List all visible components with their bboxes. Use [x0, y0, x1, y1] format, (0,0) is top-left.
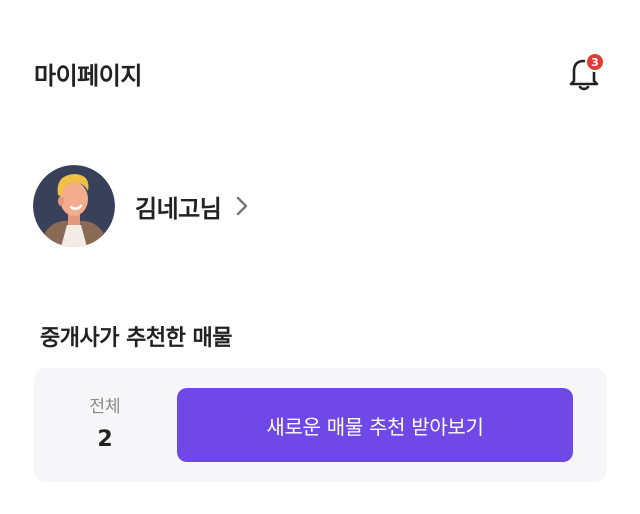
my-page: 마이페이지 3 김네고님 중개사가 추천한 매물 전체 2 새로운 매물 추천 …	[0, 0, 640, 514]
page-title: 마이페이지	[34, 62, 142, 90]
chevron-right-icon	[235, 194, 249, 218]
section-title: 중개사가 추천한 매물	[40, 326, 232, 351]
user-avatar-icon	[33, 165, 115, 247]
request-recommendation-button[interactable]: 새로운 매물 추천 받아보기	[177, 388, 573, 462]
total-value: 2	[97, 427, 113, 452]
profile-link[interactable]: 김네고님	[33, 165, 249, 247]
avatar	[33, 165, 115, 247]
recommendation-card: 전체 2 새로운 매물 추천 받아보기	[34, 368, 607, 482]
total-count: 전체 2	[34, 368, 176, 482]
total-label: 전체	[89, 397, 121, 417]
profile-name: 김네고님	[135, 194, 222, 223]
notification-badge: 3	[585, 52, 605, 72]
